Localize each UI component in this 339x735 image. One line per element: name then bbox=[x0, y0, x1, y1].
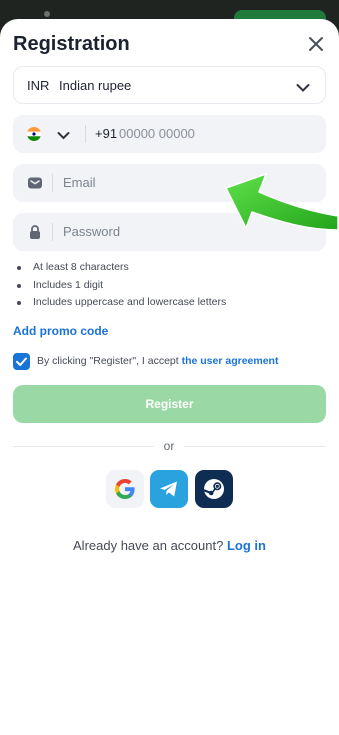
login-prompt: Already have an account? Log in bbox=[73, 538, 266, 553]
lock-icon bbox=[27, 224, 43, 240]
add-promo-code-link[interactable]: Add promo code bbox=[13, 324, 108, 338]
currency-code: INR bbox=[27, 78, 50, 93]
chevron-down-icon[interactable] bbox=[57, 128, 70, 146]
currency-select[interactable]: INR Indian rupee bbox=[13, 66, 326, 104]
close-icon[interactable] bbox=[305, 33, 327, 55]
green-arrow-annotation bbox=[225, 173, 339, 231]
chevron-down-icon bbox=[296, 80, 310, 98]
phone-country-code: +91 bbox=[95, 126, 118, 141]
password-rule: Includes 1 digit bbox=[13, 277, 226, 295]
password-rules: At least 8 characters Includes 1 digit I… bbox=[13, 259, 226, 312]
envelope-icon bbox=[27, 175, 43, 191]
user-agreement-link[interactable]: the user agreement bbox=[182, 355, 279, 367]
agreement-text: By clicking "Register", I accept the use… bbox=[37, 355, 279, 367]
email-input[interactable]: Email bbox=[63, 175, 96, 190]
currency-name: Indian rupee bbox=[59, 78, 132, 93]
divider bbox=[85, 125, 86, 143]
register-button[interactable]: Register bbox=[13, 385, 326, 423]
divider bbox=[52, 174, 53, 192]
telegram-login-button[interactable] bbox=[150, 470, 188, 508]
agreement-checkbox[interactable] bbox=[13, 353, 30, 370]
password-input[interactable]: Password bbox=[63, 224, 120, 239]
steam-icon bbox=[203, 479, 224, 499]
steam-login-button[interactable] bbox=[195, 470, 233, 508]
google-login-button[interactable] bbox=[106, 470, 144, 508]
password-rule: At least 8 characters bbox=[13, 259, 226, 277]
camera-dot bbox=[44, 11, 50, 17]
agreement-row: By clicking "Register", I accept the use… bbox=[13, 353, 333, 371]
google-icon bbox=[115, 479, 135, 499]
log-in-link[interactable]: Log in bbox=[227, 538, 266, 553]
divider bbox=[52, 223, 53, 241]
india-flag-icon[interactable] bbox=[27, 127, 41, 141]
or-divider-label: or bbox=[154, 439, 184, 453]
phone-input[interactable]: 00000 00000 bbox=[119, 126, 195, 141]
password-rule: Includes uppercase and lowercase letters bbox=[13, 294, 226, 312]
page-title: Registration bbox=[13, 33, 130, 55]
telegram-icon bbox=[160, 481, 177, 497]
phone-field[interactable]: +91 00000 00000 bbox=[13, 115, 326, 153]
registration-sheet: Registration INR Indian rupee +91 00000 … bbox=[0, 19, 339, 735]
